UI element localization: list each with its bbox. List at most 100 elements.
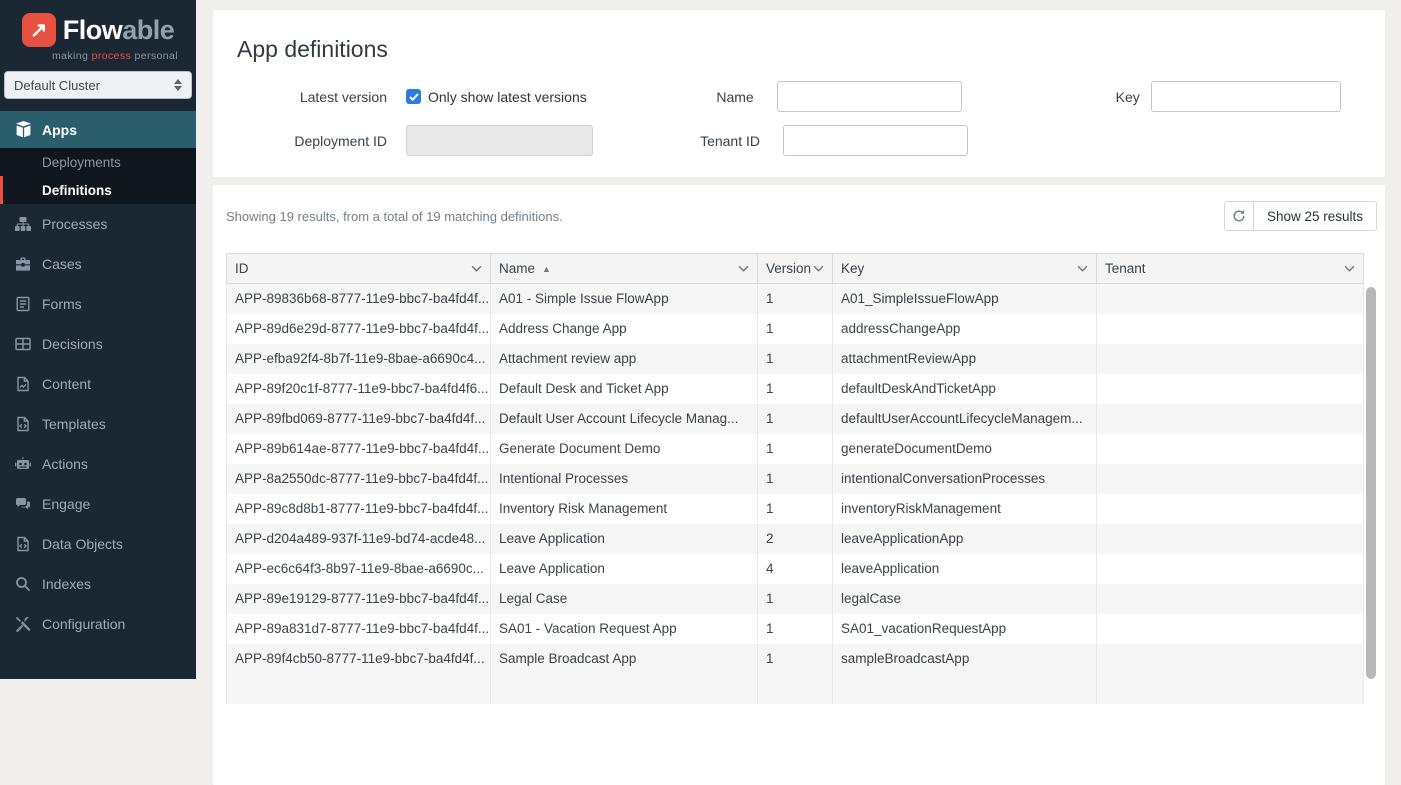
chevron-down-icon[interactable] bbox=[471, 265, 482, 272]
table-row[interactable]: APP-ec6c64f3-8b97-11e9-8bae-a6690c... Le… bbox=[227, 554, 1364, 584]
key-input[interactable] bbox=[1151, 81, 1341, 112]
comments-icon bbox=[14, 496, 32, 512]
table-row[interactable]: APP-efba92f4-8b7f-11e9-8bae-a6690c4... A… bbox=[227, 344, 1364, 374]
filter-row-1: Latest version Only show latest versions… bbox=[237, 81, 1385, 112]
cell-id: APP-89f4cb50-8777-11e9-bbc7-ba4fd4f... bbox=[227, 644, 491, 674]
flowable-arrow-icon: ↗ bbox=[22, 13, 56, 47]
column-header-version[interactable]: Version bbox=[758, 254, 833, 284]
cell-tenant bbox=[1097, 314, 1364, 344]
sidebar-item-definitions[interactable]: Definitions bbox=[0, 176, 196, 204]
table-row[interactable]: APP-89fbd069-8777-11e9-bbc7-ba4fd4f... D… bbox=[227, 404, 1364, 434]
sidebar-item-data-objects[interactable]: Data Objects bbox=[0, 524, 196, 564]
cell-name: Intentional Processes bbox=[491, 464, 758, 494]
cell-version: 1 bbox=[758, 614, 833, 644]
latest-version-checkbox[interactable] bbox=[406, 89, 421, 104]
cell-key: attachmentReviewApp bbox=[833, 344, 1097, 374]
cell-name: Inventory Risk Management bbox=[491, 494, 758, 524]
column-header-tenant[interactable]: Tenant bbox=[1097, 254, 1364, 284]
cell-version: 2 bbox=[758, 524, 833, 554]
sidebar-item-apps[interactable]: Apps bbox=[0, 111, 196, 148]
table-row[interactable]: APP-89836b68-8777-11e9-bbc7-ba4fd4f... A… bbox=[227, 284, 1364, 314]
cell-tenant bbox=[1097, 524, 1364, 554]
table-row[interactable]: APP-89f4cb50-8777-11e9-bbc7-ba4fd4f... S… bbox=[227, 644, 1364, 674]
cell-key: sampleBroadcastApp bbox=[833, 644, 1097, 674]
sidebar-item-content[interactable]: Content bbox=[0, 364, 196, 404]
cell-version: 4 bbox=[758, 554, 833, 584]
sidebar-item-configuration[interactable]: Configuration bbox=[0, 604, 196, 644]
column-header-name[interactable]: Name▲ bbox=[491, 254, 758, 284]
table-row[interactable]: APP-89d6e29d-8777-11e9-bbc7-ba4fd4f... A… bbox=[227, 314, 1364, 344]
table-row[interactable]: APP-89c8d8b1-8777-11e9-bbc7-ba4fd4f... I… bbox=[227, 494, 1364, 524]
results-bar: Showing 19 results, from a total of 19 m… bbox=[226, 201, 1377, 231]
refresh-button[interactable] bbox=[1224, 201, 1254, 231]
file-code-icon bbox=[14, 416, 32, 432]
cluster-select-value: Default Cluster bbox=[14, 78, 100, 93]
sort-ascending-icon: ▲ bbox=[542, 264, 551, 274]
table-row[interactable]: APP-8a2550dc-8777-11e9-bbc7-ba4fd4f... I… bbox=[227, 464, 1364, 494]
cell-id: APP-89f20c1f-8777-11e9-bbc7-ba4fd4f6... bbox=[227, 374, 491, 404]
table-scrollbar[interactable] bbox=[1366, 287, 1376, 679]
table-row[interactable]: APP-d204a489-937f-11e9-bd74-acde48... Le… bbox=[227, 524, 1364, 554]
sidebar-item-cases[interactable]: Cases bbox=[0, 244, 196, 284]
cell-tenant bbox=[1097, 374, 1364, 404]
name-input[interactable] bbox=[777, 81, 962, 112]
search-icon bbox=[14, 576, 32, 592]
brand-tagline: making process personal bbox=[52, 50, 178, 62]
cell-name: Leave Application bbox=[491, 524, 758, 554]
sidebar-item-label: Content bbox=[42, 376, 91, 392]
table-row[interactable]: APP-89e19129-8777-11e9-bbc7-ba4fd4f... L… bbox=[227, 584, 1364, 614]
sitemap-icon bbox=[14, 216, 32, 232]
sidebar-item-processes[interactable]: Processes bbox=[0, 204, 196, 244]
results-buttons: Show 25 results bbox=[1224, 201, 1377, 231]
sidebar-item-label: Actions bbox=[42, 456, 88, 472]
chevron-down-icon[interactable] bbox=[1344, 265, 1355, 272]
cell-name: Leave Application bbox=[491, 554, 758, 584]
cell-id: APP-efba92f4-8b7f-11e9-8bae-a6690c4... bbox=[227, 344, 491, 374]
table-row[interactable]: APP-89b614ae-8777-11e9-bbc7-ba4fd4f... G… bbox=[227, 434, 1364, 464]
cell-tenant bbox=[1097, 434, 1364, 464]
sidebar-item-decisions[interactable]: Decisions bbox=[0, 324, 196, 364]
sidebar-item-forms[interactable]: Forms bbox=[0, 284, 196, 324]
cell-version: 1 bbox=[758, 494, 833, 524]
latest-version-checkbox-label: Only show latest versions bbox=[428, 89, 587, 105]
cell-id: APP-89d6e29d-8777-11e9-bbc7-ba4fd4f... bbox=[227, 314, 491, 344]
cell-key: leaveApplication bbox=[833, 554, 1097, 584]
definitions-table: ID Name▲ Version bbox=[226, 253, 1363, 704]
sidebar: ↗ Flowable making process personal Defau… bbox=[0, 0, 196, 679]
table-row[interactable]: APP-89f20c1f-8777-11e9-bbc7-ba4fd4f6... … bbox=[227, 374, 1364, 404]
sidebar-nav: Apps Deployments Definitions Processes C… bbox=[0, 111, 196, 644]
column-header-id[interactable]: ID bbox=[227, 254, 491, 284]
cell-id: APP-d204a489-937f-11e9-bd74-acde48... bbox=[227, 524, 491, 554]
chevron-down-icon[interactable] bbox=[738, 265, 749, 272]
cell-tenant bbox=[1097, 554, 1364, 584]
cell-version: 1 bbox=[758, 464, 833, 494]
sidebar-item-actions[interactable]: Actions bbox=[0, 444, 196, 484]
chevron-down-icon[interactable] bbox=[1077, 265, 1088, 272]
cell-id: APP-89836b68-8777-11e9-bbc7-ba4fd4f... bbox=[227, 284, 491, 314]
sidebar-item-label: Definitions bbox=[42, 183, 112, 198]
cell-name: Legal Case bbox=[491, 584, 758, 614]
cell-tenant bbox=[1097, 344, 1364, 374]
cell-key: addressChangeApp bbox=[833, 314, 1097, 344]
cluster-select[interactable]: Default Cluster bbox=[4, 71, 192, 99]
cell-name: Sample Broadcast App bbox=[491, 644, 758, 674]
chevron-down-icon[interactable] bbox=[813, 265, 824, 272]
tenant-id-input[interactable] bbox=[783, 125, 968, 156]
filter-row-2: Deployment ID Tenant ID bbox=[237, 125, 1385, 156]
sidebar-item-deployments[interactable]: Deployments bbox=[0, 148, 196, 176]
deployment-id-input bbox=[406, 125, 593, 156]
show-results-button[interactable]: Show 25 results bbox=[1253, 201, 1377, 231]
latest-version-label: Latest version bbox=[237, 89, 387, 105]
cell-name: Generate Document Demo bbox=[491, 434, 758, 464]
results-summary: Showing 19 results, from a total of 19 m… bbox=[226, 209, 563, 224]
cell-tenant bbox=[1097, 644, 1364, 674]
cell-tenant bbox=[1097, 404, 1364, 434]
column-header-key[interactable]: Key bbox=[833, 254, 1097, 284]
cell-key: leaveApplicationApp bbox=[833, 524, 1097, 554]
sidebar-item-label: Cases bbox=[42, 256, 82, 272]
sidebar-item-engage[interactable]: Engage bbox=[0, 484, 196, 524]
sidebar-item-templates[interactable]: Templates bbox=[0, 404, 196, 444]
cell-version: 1 bbox=[758, 284, 833, 314]
sidebar-item-indexes[interactable]: Indexes bbox=[0, 564, 196, 604]
table-row[interactable]: APP-89a831d7-8777-11e9-bbc7-ba4fd4f... S… bbox=[227, 614, 1364, 644]
